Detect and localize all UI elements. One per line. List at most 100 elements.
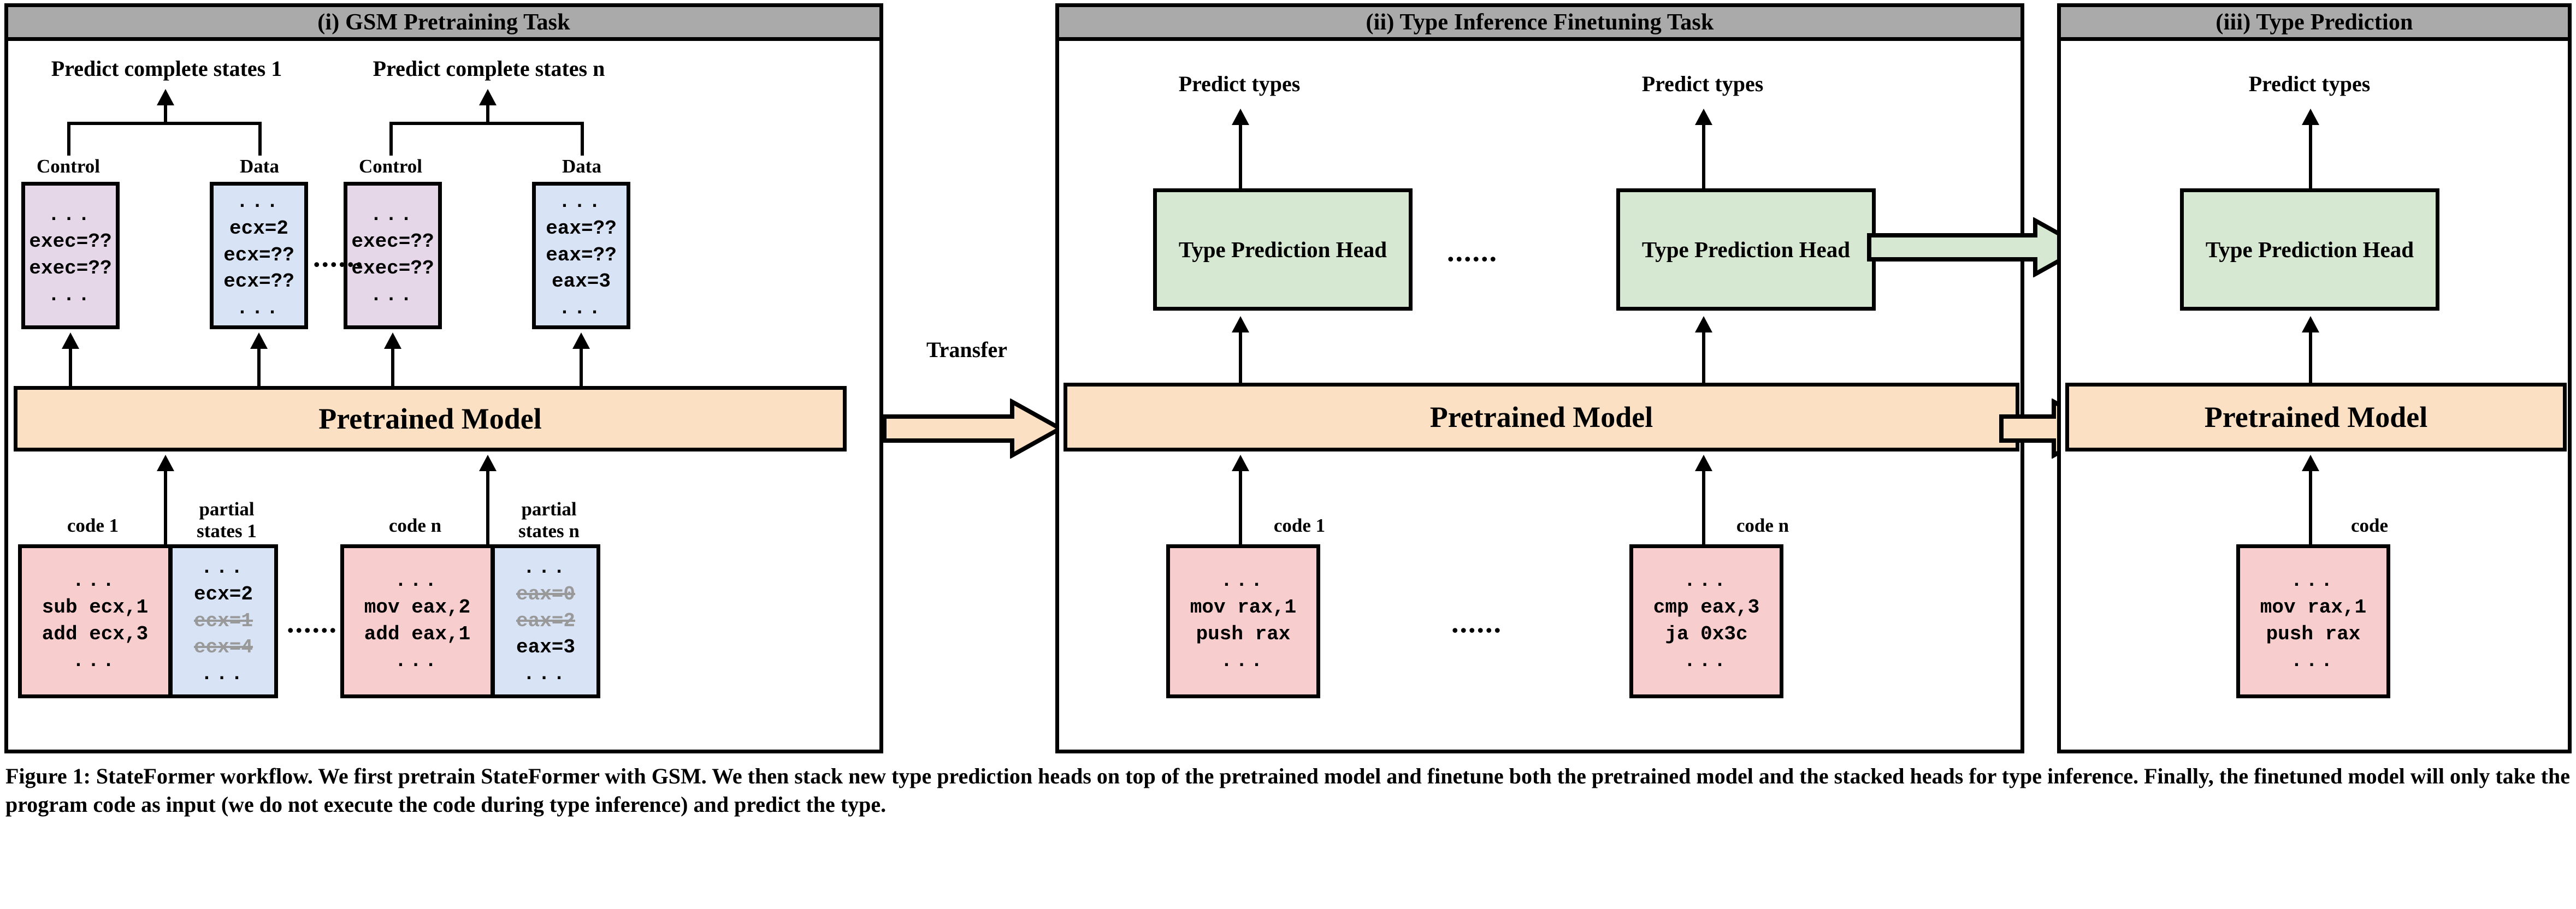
panel-iii-title: (iii) Type Prediction	[2061, 7, 2568, 41]
panel-type-prediction: (iii) Type Prediction Predict types Type…	[2057, 3, 2572, 753]
control-state-box-1: ... exec=?? exec=?? ...	[21, 182, 120, 329]
ellipsis-code-ii: ......	[1451, 606, 1502, 639]
connector-line	[164, 470, 167, 546]
code-1-label: code 1	[67, 515, 119, 536]
type-prediction-head-label: Type Prediction Head	[1641, 237, 1851, 262]
arrowhead-up-icon	[157, 455, 174, 471]
connector-line	[1239, 470, 1242, 546]
head-transfer-block-arrow-icon	[1867, 217, 2085, 277]
connector-line	[2309, 124, 2312, 191]
code-line: ...	[1220, 569, 1266, 592]
connector-line	[164, 104, 167, 124]
type-prediction-head-label: Type Prediction Head	[1178, 237, 1387, 262]
partial-states-box-1: ... ecx=2 ecx=1 ecx=4 ...	[169, 544, 278, 698]
partial-states-box-n: ... eax=0 eax=2 eax=3 ...	[491, 544, 600, 698]
connector-line	[1702, 470, 1705, 546]
code-line: ...	[394, 569, 440, 592]
predict-types-label-1: Predict types	[1178, 72, 1301, 96]
predict-types-label-n: Predict types	[1641, 72, 1764, 96]
arrowhead-up-icon	[1232, 109, 1249, 125]
data-state-box-1: ... ecx=2 ecx=?? ecx=?? ...	[210, 182, 308, 329]
type-prediction-head-label: Type Prediction Head	[2205, 237, 2414, 262]
pretrained-model-box-iii: Pretrained Model	[2065, 383, 2567, 451]
control-label-n: Control	[358, 156, 423, 177]
figure-root: (i) GSM Pretraining Task Predict complet…	[0, 0, 2576, 909]
code-line: mov rax,1	[2260, 596, 2367, 619]
connector-line	[581, 122, 584, 156]
code-box-n: ... mov eax,2 add eax,1 ...	[340, 544, 494, 698]
panel-i-title: (i) GSM Pretraining Task	[8, 7, 879, 41]
partial-line: eax=0	[516, 583, 576, 605]
partial-line: ecx=1	[193, 609, 253, 632]
state-line: ...	[48, 204, 93, 227]
state-line: ...	[558, 190, 604, 213]
state-line: exec=??	[29, 230, 112, 253]
connector-line	[69, 348, 72, 387]
arrowhead-up-icon	[384, 332, 401, 349]
connector-line	[486, 470, 489, 546]
arrowhead-up-icon	[2302, 316, 2319, 332]
state-line: ecx=2	[229, 217, 289, 240]
connector-line	[258, 122, 262, 156]
panel-type-inference-finetuning: (ii) Type Inference Finetuning Task Pred…	[1055, 3, 2024, 753]
arrowhead-up-icon	[2302, 455, 2319, 471]
code-1-label-ii: code 1	[1273, 515, 1326, 536]
arrowhead-up-icon	[1695, 316, 1712, 332]
ellipsis-heads: ......	[1447, 235, 1498, 268]
arrowhead-up-icon	[1232, 455, 1249, 471]
code-line: ...	[2290, 569, 2336, 592]
code-line: add eax,1	[364, 623, 471, 645]
transfer-block-arrow-icon	[882, 399, 1062, 459]
state-line: eax=??	[546, 243, 617, 266]
panel-ii-title: (ii) Type Inference Finetuning Task	[1059, 7, 2020, 41]
pretrained-model-label: Pretrained Model	[318, 402, 542, 435]
type-prediction-head-box-1: Type Prediction Head	[1153, 188, 1413, 311]
connector-line	[67, 122, 262, 125]
arrowhead-up-icon	[479, 89, 497, 105]
state-line: eax=??	[546, 217, 617, 240]
predict-complete-states-n-label: Predict complete states n	[373, 56, 605, 81]
panel-gsm-pretraining: (i) GSM Pretraining Task Predict complet…	[4, 3, 883, 753]
code-line: ...	[1683, 569, 1729, 592]
partial-line: ecx=4	[193, 636, 253, 659]
code-label-iii: code	[2350, 515, 2389, 536]
connector-line	[67, 122, 70, 156]
arrowhead-up-icon	[479, 455, 497, 471]
code-line: ...	[72, 649, 118, 672]
connector-line	[1239, 124, 1242, 191]
state-line: exec=??	[351, 230, 434, 253]
state-line: ...	[236, 297, 282, 320]
ellipsis-states: ......	[313, 240, 364, 273]
state-line: ecx=??	[223, 243, 294, 266]
pretrained-model-box-i: Pretrained Model	[14, 386, 847, 451]
arrowhead-up-icon	[157, 89, 174, 105]
state-line: ecx=??	[223, 270, 294, 293]
data-label-1: Data	[240, 156, 279, 177]
code-line: mov eax,2	[364, 596, 471, 619]
ellipsis-code: ......	[287, 606, 338, 639]
data-label-n: Data	[562, 156, 601, 177]
state-line: eax=3	[551, 270, 611, 293]
pretrained-model-label: Pretrained Model	[2204, 401, 2428, 433]
code-box-iii: ... mov rax,1 push rax ...	[2236, 544, 2390, 698]
state-line: ...	[370, 204, 416, 227]
partial-line: ...	[523, 663, 569, 686]
connector-line	[1702, 331, 1705, 384]
arrowhead-up-icon	[1232, 316, 1249, 332]
partial-line: eax=2	[516, 609, 576, 632]
partial-states-n-label: partial states n	[518, 498, 580, 542]
transfer-label: Transfer	[926, 337, 1008, 362]
connector-line	[580, 348, 583, 387]
state-line: ...	[558, 297, 604, 320]
code-line: sub ecx,1	[42, 596, 149, 619]
type-prediction-head-box-iii: Type Prediction Head	[2180, 188, 2439, 311]
connector-line	[389, 122, 584, 125]
code-line: ...	[1683, 649, 1729, 672]
connector-line	[1239, 331, 1242, 384]
predict-complete-states-1-label: Predict complete states 1	[51, 56, 282, 81]
connector-line	[2309, 331, 2312, 384]
code-line: push rax	[2266, 623, 2361, 645]
code-box-1: ... sub ecx,1 add ecx,3 ...	[18, 544, 172, 698]
arrowhead-up-icon	[2302, 109, 2319, 125]
connector-line	[389, 122, 393, 156]
